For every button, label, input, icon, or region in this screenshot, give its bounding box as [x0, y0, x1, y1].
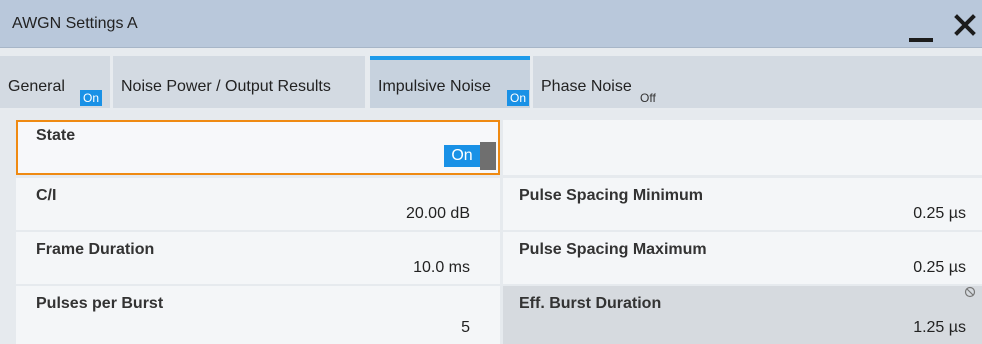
minimize-icon	[909, 38, 933, 42]
pulse-spacing-minimum-value: 0.25 µs	[913, 205, 966, 222]
tab-label: Noise Power / Output Results	[121, 78, 331, 95]
tab-state-badge: On	[507, 90, 530, 106]
window-title: AWGN Settings A	[12, 15, 138, 32]
tab-label: General	[8, 78, 65, 95]
pulse-spacing-maximum-field[interactable]: Pulse Spacing Maximum 0.25 µs	[503, 232, 982, 284]
close-icon	[954, 14, 976, 36]
pulses-per-burst-value: 5	[461, 319, 470, 336]
tab-impulsive-noise[interactable]: Impulsive Noise On	[370, 56, 530, 108]
tab-general[interactable]: General On	[0, 56, 110, 108]
frame-duration-value: 10.0 ms	[413, 259, 470, 276]
settings-panel: State On C/I 20.00 dB Pulse Spacing Mini…	[0, 110, 982, 344]
eff-burst-duration-field: Eff. Burst Duration 1.25 µs	[503, 286, 982, 344]
close-button[interactable]	[952, 12, 978, 38]
eff-burst-duration-value: 1.25 µs	[913, 319, 966, 336]
tab-phase-noise[interactable]: Phase Noise Off	[533, 56, 982, 108]
state-field[interactable]: State On	[16, 120, 500, 175]
pulse-spacing-minimum-field[interactable]: Pulse Spacing Minimum 0.25 µs	[503, 178, 982, 230]
tab-label: Impulsive Noise	[378, 78, 491, 95]
tab-state-badge: Off	[640, 91, 656, 105]
pulses-per-burst-field[interactable]: Pulses per Burst 5	[16, 286, 500, 344]
tab-label: Phase Noise	[541, 78, 632, 95]
toggle-knob	[480, 142, 496, 170]
tab-noise-power-output-results[interactable]: Noise Power / Output Results	[113, 56, 365, 108]
ci-field[interactable]: C/I 20.00 dB	[16, 178, 500, 230]
minimize-button[interactable]	[906, 12, 936, 42]
state-toggle-value: On	[444, 145, 480, 167]
state-toggle[interactable]: On	[444, 142, 496, 170]
ci-value: 20.00 dB	[405, 205, 470, 222]
tab-bar: General On Noise Power / Output Results …	[0, 48, 982, 110]
empty-cell	[503, 120, 982, 175]
window-titlebar: AWGN Settings A	[0, 0, 982, 48]
state-label: State	[36, 127, 76, 144]
pulse-spacing-minimum-label: Pulse Spacing Minimum	[519, 187, 704, 204]
pulse-spacing-maximum-value: 0.25 µs	[913, 259, 966, 276]
pulses-per-burst-label: Pulses per Burst	[36, 295, 164, 312]
ci-label: C/I	[36, 187, 57, 204]
eff-burst-duration-label: Eff. Burst Duration	[519, 295, 662, 312]
frame-duration-label: Frame Duration	[36, 241, 155, 258]
tab-state-badge: On	[80, 90, 103, 106]
no-edit-icon	[964, 286, 976, 298]
frame-duration-field[interactable]: Frame Duration 10.0 ms	[16, 232, 500, 284]
pulse-spacing-maximum-label: Pulse Spacing Maximum	[519, 241, 707, 258]
